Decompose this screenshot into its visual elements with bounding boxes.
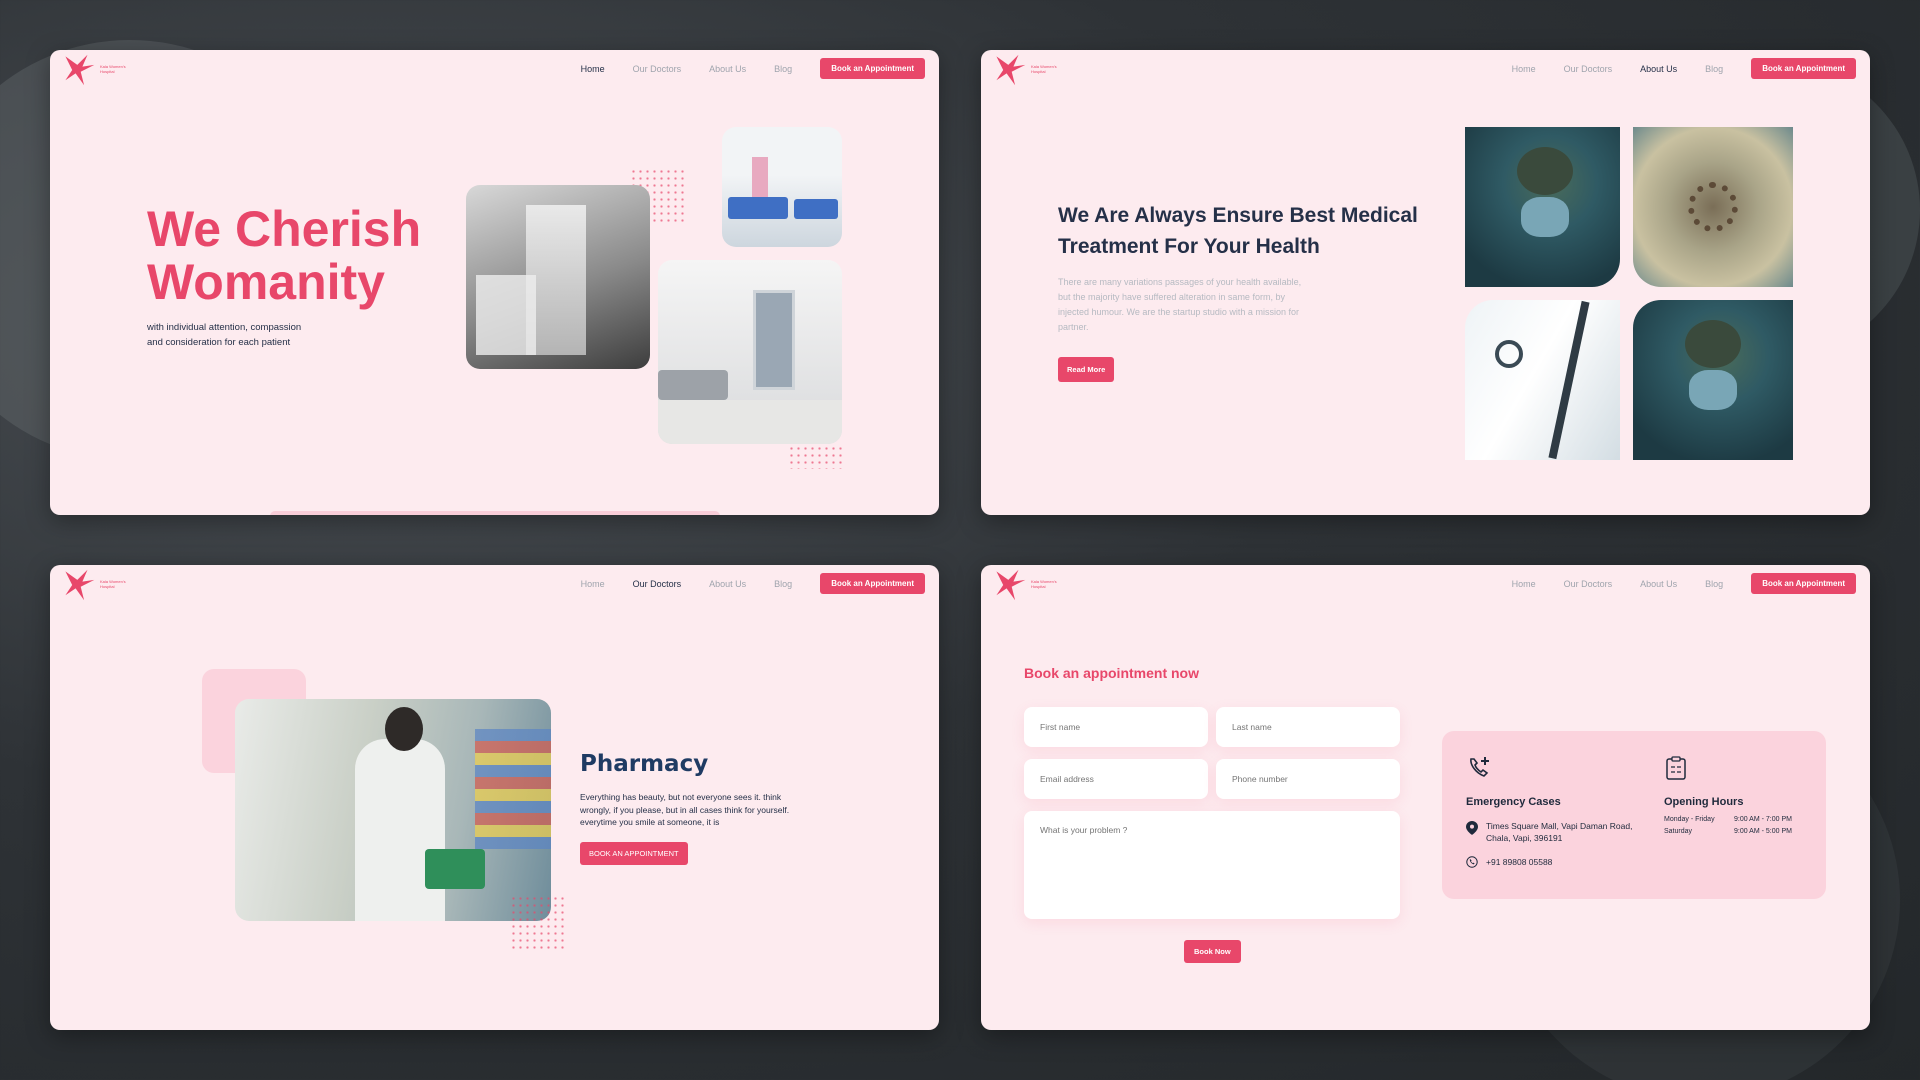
nav-about-us[interactable]: About Us <box>709 579 746 589</box>
book-now-button[interactable]: Book Now <box>1184 940 1241 963</box>
address-text: Times Square Mall, Vapi Daman Road, Chal… <box>1486 821 1633 843</box>
problem-textarea[interactable] <box>1024 811 1400 919</box>
main-nav: Home Our Doctors About Us Blog Book an A… <box>1512 573 1856 594</box>
main-nav: Home Our Doctors About Us Blog Book an A… <box>581 58 925 79</box>
bird-logo-icon <box>65 569 95 601</box>
nav-home[interactable]: Home <box>1512 64 1536 74</box>
surgeon-photo-2 <box>1633 300 1793 460</box>
phone-text[interactable]: +91 89808 05588 <box>1486 856 1552 868</box>
phone-row: +91 89808 05588 <box>1466 856 1646 868</box>
dot-pattern <box>510 895 566 951</box>
waiting-room-photo <box>658 260 842 444</box>
brand-name: Kala Women's Hospital <box>100 579 126 589</box>
hours-row: Monday - Friday 9:00 AM - 7:00 PM <box>1664 816 1814 823</box>
hours-time: 9:00 AM - 5:00 PM <box>1734 828 1792 835</box>
hours-days: Saturday <box>1664 828 1693 835</box>
nav-our-doctors[interactable]: Our Doctors <box>633 64 682 74</box>
nav-about-us[interactable]: About Us <box>1640 579 1677 589</box>
booking-title: Book an appointment now <box>1024 665 1199 681</box>
main-nav: Home Our Doctors About Us Blog Book an A… <box>1512 58 1856 79</box>
main-nav: Home Our Doctors About Us Blog Book an A… <box>581 573 925 594</box>
book-appointment-button[interactable]: Book an Appointment <box>820 573 925 594</box>
doctors-page-preview: Kala Women's Hospital Home Our Doctors A… <box>50 565 939 1030</box>
hours-time: 9:00 AM - 7:00 PM <box>1734 816 1792 823</box>
hospital-corridor-photo <box>466 185 650 369</box>
address-row: Times Square Mall, Vapi Daman Road, Chal… <box>1466 820 1646 844</box>
hero-title-line2: Womanity <box>147 254 385 310</box>
brand-name: Kala Women's Hospital <box>1031 579 1057 589</box>
book-appointment-button[interactable]: Book an Appointment <box>1751 58 1856 79</box>
hero-title-line1: We Cherish <box>147 201 422 257</box>
brand-logo[interactable]: Kala Women's Hospital <box>62 565 142 605</box>
email-field[interactable] <box>1024 759 1208 799</box>
surgeon-photo <box>1465 127 1620 287</box>
nav-about-us[interactable]: About Us <box>709 64 746 74</box>
hero-subtitle: with individual attention, compassion an… <box>147 322 302 348</box>
brand-logo[interactable]: Kala Women's Hospital <box>993 565 1073 605</box>
nav-blog[interactable]: Blog <box>774 64 792 74</box>
pharmacist-photo <box>235 699 551 921</box>
stethoscope-doctor-photo <box>1465 300 1620 460</box>
book-appointment-button[interactable]: Book an Appointment <box>820 58 925 79</box>
nav-blog[interactable]: Blog <box>1705 579 1723 589</box>
last-name-field[interactable] <box>1216 707 1400 747</box>
location-pin-icon <box>1466 821 1478 835</box>
brand-logo[interactable]: Kala Women's Hospital <box>993 50 1073 90</box>
hours-days: Monday - Friday <box>1664 816 1715 823</box>
phone-plus-icon <box>1470 757 1489 777</box>
nav-home[interactable]: Home <box>581 64 605 74</box>
nav-blog[interactable]: Blog <box>1705 64 1723 74</box>
hospital-ward-photo <box>722 127 842 247</box>
brand-name: Kala Women's Hospital <box>100 64 126 74</box>
nav-about-us[interactable]: About Us <box>1640 64 1677 74</box>
nav-our-doctors[interactable]: Our Doctors <box>1564 579 1613 589</box>
pharmacy-book-button[interactable]: BOOK AN APPOINTMENT <box>580 842 688 865</box>
scroll-indicator <box>270 511 720 515</box>
pharmacy-title: Pharmacy <box>580 751 709 777</box>
hero-title: We Cherish Womanity <box>147 203 467 309</box>
brand-logo[interactable]: Kala Women's Hospital <box>62 50 142 90</box>
read-more-button[interactable]: Read More <box>1058 357 1115 382</box>
home-page-preview: Kala Women's Hospital Home Our Doctors A… <box>50 50 939 515</box>
about-body: There are many variations passages of yo… <box>1058 277 1302 332</box>
book-appointment-button[interactable]: Book an Appointment <box>1751 573 1856 594</box>
surgical-team-photo <box>1633 127 1793 287</box>
bird-logo-icon <box>996 569 1026 601</box>
hours-row: Saturday 9:00 AM - 5:00 PM <box>1664 828 1814 835</box>
nav-home[interactable]: Home <box>1512 579 1536 589</box>
pharmacy-body: Everything has beauty, but not everyone … <box>580 792 790 827</box>
dot-pattern <box>788 445 844 469</box>
emergency-column: Emergency Cases Times Square Mall, Vapi … <box>1466 755 1646 868</box>
emergency-title: Emergency Cases <box>1466 796 1561 808</box>
phone-field[interactable] <box>1216 759 1400 799</box>
phone-circle-icon <box>1466 856 1478 868</box>
nav-our-doctors[interactable]: Our Doctors <box>1564 64 1613 74</box>
contact-info-card: Emergency Cases Times Square Mall, Vapi … <box>1442 731 1826 899</box>
nav-our-doctors[interactable]: Our Doctors <box>633 579 682 589</box>
brand-name: Kala Women's Hospital <box>1031 64 1057 74</box>
about-page-preview: Kala Women's Hospital Home Our Doctors A… <box>981 50 1870 515</box>
hours-column: Opening Hours Monday - Friday 9:00 AM - … <box>1664 755 1814 835</box>
appointment-page-preview: Kala Women's Hospital Home Our Doctors A… <box>981 565 1870 1030</box>
bird-logo-icon <box>996 54 1026 86</box>
hours-list: Monday - Friday 9:00 AM - 7:00 PM Saturd… <box>1664 816 1814 835</box>
hours-title: Opening Hours <box>1664 796 1744 808</box>
bird-logo-icon <box>65 54 95 86</box>
calendar-icon <box>1666 756 1686 780</box>
first-name-field[interactable] <box>1024 707 1208 747</box>
about-title: We Are Always Ensure Best Medical Treatm… <box>1058 204 1418 258</box>
nav-home[interactable]: Home <box>581 579 605 589</box>
nav-blog[interactable]: Blog <box>774 579 792 589</box>
